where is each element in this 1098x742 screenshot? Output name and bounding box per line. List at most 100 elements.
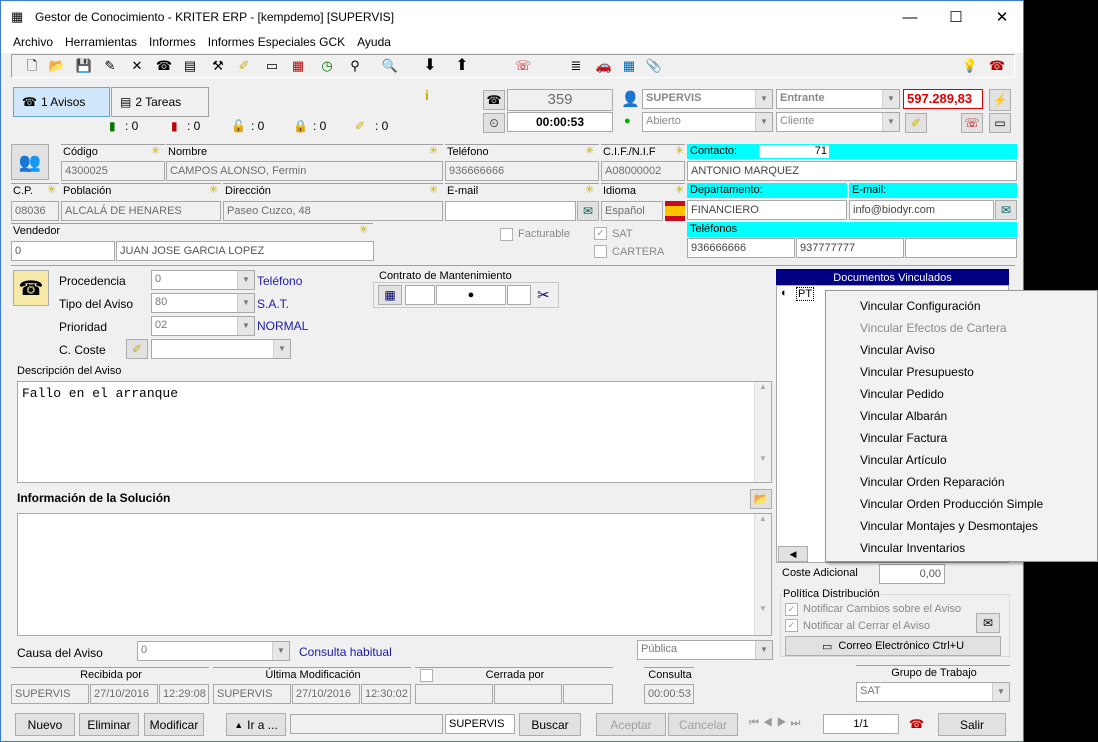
mail-button[interactable]: ✉ xyxy=(976,613,1000,633)
context-menu-item[interactable]: Vincular Efectos de Cartera xyxy=(860,321,1007,335)
contacto-field[interactable]: ANTONIO MARQUEZ xyxy=(687,161,1017,181)
tab-tareas[interactable]: ▤ 2 Tareas xyxy=(111,87,209,117)
notes-button[interactable]: ✐ xyxy=(905,113,927,133)
idioma-field[interactable]: Español xyxy=(601,201,663,221)
search-field[interactable] xyxy=(290,714,443,734)
user-field[interactable]: SUPERVIS xyxy=(445,714,515,734)
phone-hangup-icon[interactable]: ☎ xyxy=(909,717,924,731)
coste-select[interactable]: ▼ xyxy=(151,339,291,359)
descripcion-scrollbar[interactable]: ▲ ▼ xyxy=(754,382,771,482)
delete-icon[interactable]: ✕ xyxy=(127,57,147,75)
departamento-field[interactable]: FINANCIERO xyxy=(687,200,847,220)
coste-notes-button[interactable]: ✐ xyxy=(126,339,148,359)
maximize-button[interactable]: ☐ xyxy=(933,1,979,33)
context-menu-item[interactable]: Vincular Presupuesto xyxy=(860,365,974,379)
call-button[interactable]: ☎ xyxy=(483,90,505,110)
state-select[interactable]: Abierto ▼ xyxy=(642,112,773,132)
phone-big-icon[interactable]: ☎ xyxy=(13,270,49,306)
consulta-habitual-link[interactable]: Consulta habitual xyxy=(299,645,392,659)
contrato-field-1[interactable] xyxy=(405,285,435,305)
contact-email-field[interactable]: info@biodyr.com xyxy=(849,200,994,220)
tasks-icon[interactable]: ▤ xyxy=(180,57,200,75)
descripcion-textarea[interactable]: Fallo en el arranque xyxy=(17,381,772,483)
calendar-icon[interactable]: ▦ xyxy=(288,57,308,75)
phone-alert-button[interactable]: ☏ xyxy=(961,113,983,133)
solucion-textarea[interactable] xyxy=(17,513,772,636)
context-menu-item[interactable]: Vincular Orden Reparación xyxy=(860,475,1005,489)
prioridad-select[interactable]: 02 ▼ xyxy=(151,316,255,336)
context-menu-item[interactable]: Vincular Orden Producción Simple xyxy=(860,497,1043,511)
context-menu-item[interactable]: Vincular Montajes y Desmontajes xyxy=(860,519,1038,533)
context-menu-item[interactable]: Vincular Artículo xyxy=(860,453,947,467)
solucion-scrollbar[interactable]: ▲ ▼ xyxy=(754,514,771,635)
docs-item[interactable]: PT xyxy=(796,287,815,301)
close-button[interactable]: ✕ xyxy=(979,1,1023,33)
vendedor-name-field[interactable]: JUAN JOSE GARCIA LOPEZ xyxy=(116,241,374,261)
notify-close-checkbox[interactable]: ✓ xyxy=(785,619,798,632)
ir-a-button[interactable]: ▲ Ir a ... xyxy=(226,713,286,736)
contact-tel1-field[interactable]: 936666666 xyxy=(687,238,795,258)
sat-checkbox[interactable]: ✓ xyxy=(594,227,607,240)
email-send-button[interactable]: ✉ xyxy=(577,201,599,221)
notes-icon[interactable]: ✐ xyxy=(234,57,254,75)
direccion-field[interactable]: Paseo Cuzco, 48 xyxy=(223,201,443,221)
minimize-button[interactable]: — xyxy=(887,1,933,33)
phone-icon[interactable]: ☎ xyxy=(154,57,174,75)
modificar-button[interactable]: Modificar xyxy=(144,713,204,736)
contact-email-button[interactable]: ✉ xyxy=(995,200,1017,220)
clock-icon[interactable]: ◷ xyxy=(317,57,337,75)
poblacion-field[interactable]: ALCALÁ DE HENARES xyxy=(61,201,221,221)
context-menu-item[interactable]: Vincular Aviso xyxy=(860,343,935,357)
calculator-icon[interactable]: ▦ xyxy=(619,57,639,75)
buscar-button[interactable]: Buscar xyxy=(519,713,581,736)
phone-alert-icon[interactable]: ☏ xyxy=(513,57,533,75)
user-select[interactable]: SUPERVIS ▼ xyxy=(642,89,773,109)
email-field[interactable] xyxy=(445,201,576,221)
list-icon[interactable]: ▭ xyxy=(262,57,282,75)
menu-informes[interactable]: Informes xyxy=(149,35,196,49)
save-icon[interactable]: 💾 xyxy=(74,57,94,75)
contrato-field-3[interactable] xyxy=(507,285,531,305)
scissors-icon[interactable]: ✂ xyxy=(537,286,550,304)
tipo-select[interactable]: 80 ▼ xyxy=(151,293,255,313)
causa-select[interactable]: 0 ▼ xyxy=(137,641,290,661)
solucion-folder-button[interactable]: 📂 xyxy=(750,489,772,509)
context-menu-item[interactable]: Vincular Factura xyxy=(860,431,947,445)
nombre-field[interactable]: CAMPOS ALONSO, Fermin xyxy=(166,161,443,181)
contact-tel2-field[interactable]: 937777777 xyxy=(796,238,904,258)
context-menu-item[interactable]: Vincular Pedido xyxy=(860,387,944,401)
vendedor-code-field[interactable]: 0 xyxy=(11,241,115,261)
edit-icon[interactable]: ✎ xyxy=(100,57,120,75)
menu-informes-especiales[interactable]: Informes Especiales GCK xyxy=(208,35,345,49)
exit-icon[interactable]: ☎ xyxy=(987,57,1007,75)
open-folder-icon[interactable]: 📂 xyxy=(47,57,67,75)
binoculars-icon[interactable]: ⚲ xyxy=(345,57,365,75)
cp-field[interactable]: 08036 xyxy=(11,201,59,221)
scroll-left-button[interactable]: ◀ xyxy=(778,546,808,562)
context-menu-item[interactable]: Vincular Albarán xyxy=(860,409,947,423)
cartera-checkbox[interactable] xyxy=(594,245,607,258)
info-icon[interactable]: i xyxy=(425,87,429,103)
context-menu-item[interactable]: Vincular Configuración xyxy=(860,299,981,313)
aceptar-button[interactable]: Aceptar xyxy=(596,713,666,736)
paperclip-icon[interactable]: 📎 xyxy=(644,57,664,75)
calendar-button[interactable]: ▦ xyxy=(378,285,402,305)
telefono-field[interactable]: 936666666 xyxy=(445,161,599,181)
timer-button[interactable]: ⏲ xyxy=(483,113,505,133)
menu-herramientas[interactable]: Herramientas xyxy=(65,35,137,49)
facturable-checkbox[interactable] xyxy=(500,228,513,241)
message-button[interactable]: ▭ xyxy=(989,113,1011,133)
grupo-select[interactable]: SAT ▼ xyxy=(856,682,1010,702)
cancelar-button[interactable]: Cancelar xyxy=(668,713,738,736)
cerrada-checkbox[interactable] xyxy=(420,669,433,682)
car-icon[interactable]: 🚗 xyxy=(594,57,614,75)
nuevo-button[interactable]: Nuevo xyxy=(15,713,75,736)
procedencia-select[interactable]: 0 ▼ xyxy=(151,270,255,290)
preview-icon[interactable]: 🔍 xyxy=(380,57,400,75)
context-menu-item[interactable]: Vincular Inventarios xyxy=(860,541,965,555)
coste-adicional-field[interactable]: 0,00 xyxy=(879,564,945,584)
arrow-up-icon[interactable]: ⬆ xyxy=(452,57,472,75)
lightning-button[interactable]: ⚡ xyxy=(989,89,1011,111)
salir-button[interactable]: Salir xyxy=(938,713,1006,736)
correo-electronico-button[interactable]: ▭ Correo Electrónico Ctrl+U xyxy=(785,636,1001,656)
